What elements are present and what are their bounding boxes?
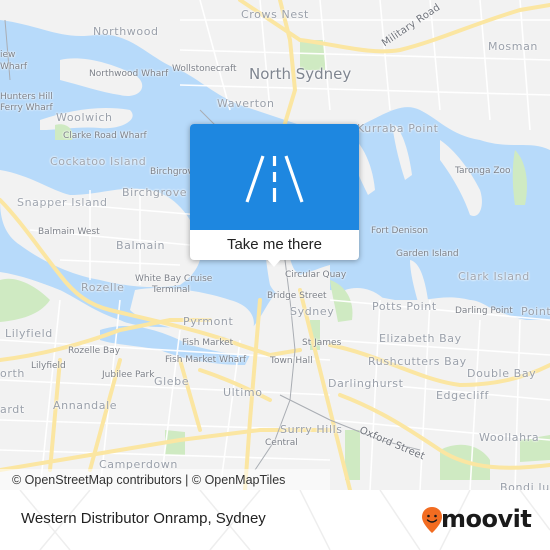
map-label: Clarke Road Wharf — [63, 131, 147, 141]
map-label: Lilyfield — [5, 327, 53, 340]
road-icon — [245, 155, 304, 203]
map-label: Bridge Street — [267, 291, 327, 301]
map-label: Balmain — [116, 239, 166, 252]
map-label: Woolwich — [56, 111, 113, 124]
map-label: Wharf — [0, 62, 27, 72]
map-label: Circular Quay — [285, 270, 347, 280]
map-label: Northwood — [93, 25, 159, 38]
map-label: Surry Hills — [280, 423, 343, 436]
map-label: Edgecliff — [436, 389, 489, 402]
map-label: Darling Point — [455, 306, 513, 316]
map-label: Jubilee Park — [102, 370, 155, 380]
map-label: Point — [521, 305, 550, 318]
place-name: Western Distributor Onramp, Sydney — [21, 510, 266, 527]
map-label: Sydney — [290, 305, 335, 318]
take-me-there-button[interactable]: Take me there — [190, 230, 359, 260]
map-label: Town Hall — [270, 356, 313, 366]
map-label: Garden Island — [396, 249, 459, 259]
popup-hero[interactable] — [190, 124, 359, 230]
map-attribution[interactable]: © OpenStreetMap contributors | © OpenMap… — [0, 469, 330, 490]
map-label: Cockatoo Island — [50, 155, 147, 168]
map-label: Central — [265, 438, 298, 448]
map-label: Taronga Zoo — [455, 166, 511, 176]
map-label: Lilyfield — [31, 361, 66, 371]
map-label: Glebe — [154, 375, 190, 388]
map-label: Potts Point — [372, 300, 437, 313]
map-label: North Sydney — [249, 65, 352, 83]
map-label: Rushcutters Bay — [368, 355, 467, 368]
map-label: Waverton — [217, 97, 275, 110]
map-label: Snapper Island — [17, 196, 108, 209]
map-label: Terminal — [152, 285, 191, 295]
map-view[interactable]: Crows Nest Northwood Wollstonecraft North S… — [0, 0, 550, 490]
moovit-wordmark: moovit — [441, 505, 532, 533]
map-label: Hunters Hill — [0, 92, 53, 102]
map-label: Fish Market — [182, 338, 234, 348]
map-label: Annandale — [53, 399, 118, 412]
map-label: Rozelle Bay — [68, 346, 121, 356]
map-label: White Bay Cruise — [135, 274, 213, 284]
map-label: Birchgrove — [122, 186, 188, 199]
map-label: Darlinghurst — [328, 377, 404, 390]
map-label: Bondi Ju — [500, 481, 550, 490]
map-label: Clark Island — [458, 270, 530, 283]
map-label: Wollstonecraft — [172, 64, 237, 74]
map-label: Crows Nest — [241, 8, 309, 21]
map-label: orth — [0, 367, 25, 380]
moovit-pin-icon — [422, 507, 442, 533]
map-label: ardt — [0, 403, 25, 416]
map-label: Northwood Wharf — [89, 69, 169, 79]
map-label: St James — [302, 338, 342, 348]
map-label: Woollahra — [479, 431, 540, 444]
popup-pointer — [266, 258, 282, 267]
map-label: Ferry Wharf — [0, 103, 53, 113]
footer-bar: Western Distributor Onramp, Sydney moovi… — [0, 490, 550, 550]
map-label: iew — [0, 50, 16, 60]
map-label: Elizabeth Bay — [379, 332, 462, 345]
map-label: Fort Denison — [371, 226, 429, 236]
map-label: Fish Market Wharf — [165, 355, 247, 365]
map-label: Ultimo — [223, 386, 263, 399]
map-label: Mosman — [488, 40, 538, 53]
map-label: Kurraba Point — [357, 122, 439, 135]
map-label: Pyrmont — [183, 315, 234, 328]
map-label: Double Bay — [467, 367, 537, 380]
map-label: Balmain West — [38, 227, 100, 237]
map-label: Rozelle — [81, 281, 125, 294]
place-popup[interactable]: Take me there — [190, 124, 359, 267]
